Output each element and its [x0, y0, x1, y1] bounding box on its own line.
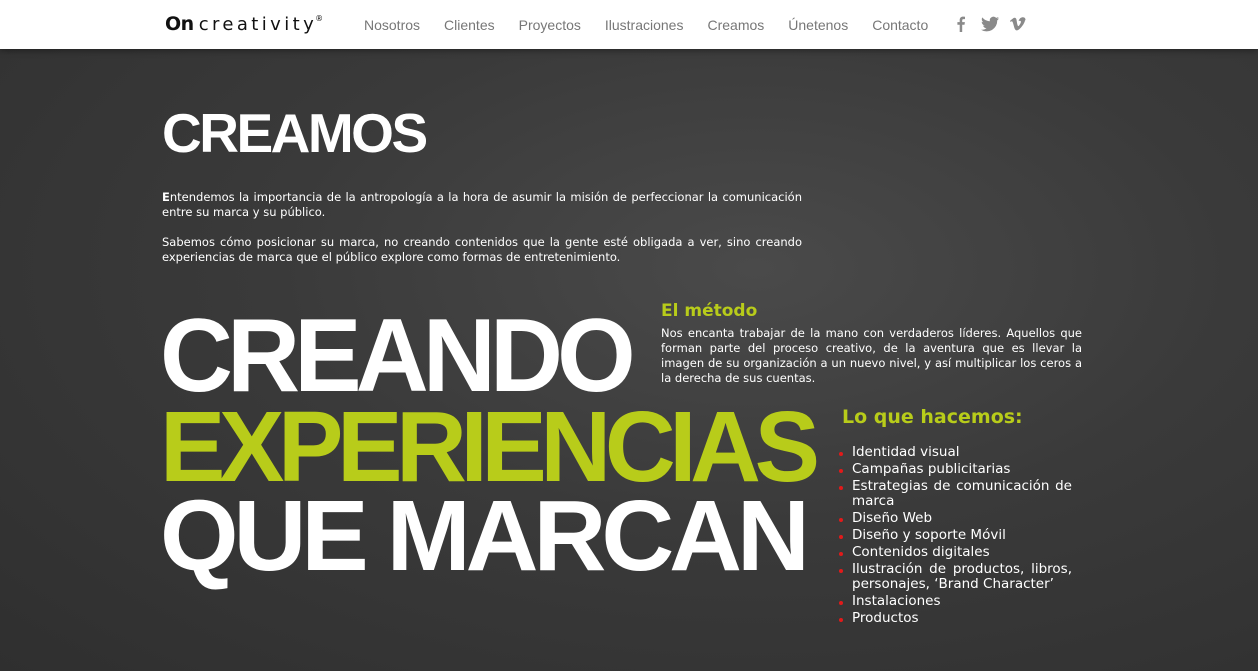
list-item: Productos: [838, 611, 1072, 626]
logo-creativity-text: creativity: [198, 14, 318, 35]
service-label: Identidad visual: [852, 444, 960, 460]
service-label: Estrategias de comunicación de marca: [852, 478, 1072, 509]
service-label: Contenidos digitales: [852, 544, 990, 560]
intro-drop-letter: E: [162, 190, 170, 204]
twitter-icon[interactable]: [980, 15, 999, 33]
social-links: [952, 15, 1026, 33]
bullet-dot-icon: [839, 452, 843, 456]
services-heading: Lo que hacemos:: [842, 406, 1023, 428]
facebook-icon[interactable]: [952, 15, 970, 33]
site-logo[interactable]: On creativity®: [165, 13, 323, 35]
intro-paragraph-1: Entendemos la importancia de la antropol…: [162, 190, 802, 220]
intro-paragraph-2: Sabemos cómo posicionar su marca, no cre…: [162, 235, 802, 264]
metodo-heading: El método: [661, 301, 758, 321]
service-label: Instalaciones: [852, 593, 941, 609]
bullet-dot-icon: [839, 486, 843, 490]
list-item: Estrategias de comunicación de marca: [838, 479, 1072, 509]
list-item: Diseño y soporte Móvil: [838, 528, 1072, 543]
list-item: Contenidos digitales: [838, 545, 1072, 560]
headline-line-que-marcan: QUE MARCAN: [160, 480, 810, 592]
nav-link-ilustraciones[interactable]: Ilustraciones: [605, 17, 684, 33]
bullet-dot-icon: [839, 569, 843, 573]
services-list: Identidad visual Campañas publicitarias …: [838, 445, 1072, 628]
service-label: Campañas publicitarias: [852, 461, 1011, 477]
top-navigation-bar: On creativity® Nosotros Clientes Proyecto…: [0, 0, 1258, 49]
list-item: Identidad visual: [838, 445, 1072, 460]
nav-link-unetenos[interactable]: Únetenos: [788, 17, 848, 33]
main-nav: Nosotros Clientes Proyectos Ilustracione…: [364, 17, 952, 33]
intro-text: Entendemos la importancia de la antropol…: [162, 190, 802, 280]
bullet-dot-icon: [839, 601, 843, 605]
service-label: Diseño Web: [852, 510, 933, 526]
service-label: Diseño y soporte Móvil: [852, 527, 1006, 543]
logo-registered-mark: ®: [315, 14, 324, 23]
intro-paragraph-1-text: ntendemos la importancia de la antropolo…: [162, 190, 802, 219]
nav-link-proyectos[interactable]: Proyectos: [519, 17, 581, 33]
service-label: Ilustración de productos, libros, person…: [852, 561, 1072, 592]
bullet-dot-icon: [839, 535, 843, 539]
bullet-dot-icon: [839, 552, 843, 556]
bullet-dot-icon: [839, 469, 843, 473]
nav-link-creamos[interactable]: Creamos: [707, 17, 764, 33]
nav-link-contacto[interactable]: Contacto: [872, 17, 928, 33]
metodo-text: Nos encanta trabajar de la mano con verd…: [661, 326, 1082, 385]
bullet-dot-icon: [839, 518, 843, 522]
nav-link-nosotros[interactable]: Nosotros: [364, 17, 420, 33]
bullet-dot-icon: [839, 618, 843, 622]
nav-link-clientes[interactable]: Clientes: [444, 17, 495, 33]
list-item: Diseño Web: [838, 511, 1072, 526]
logo-on-text: On: [165, 13, 194, 35]
service-label: Productos: [852, 610, 919, 626]
vimeo-icon[interactable]: [1008, 15, 1026, 33]
list-item: Instalaciones: [838, 594, 1072, 609]
list-item: Campañas publicitarias: [838, 462, 1072, 477]
page-title: CREAMOS: [162, 102, 428, 164]
list-item: Ilustración de productos, libros, person…: [838, 562, 1072, 592]
